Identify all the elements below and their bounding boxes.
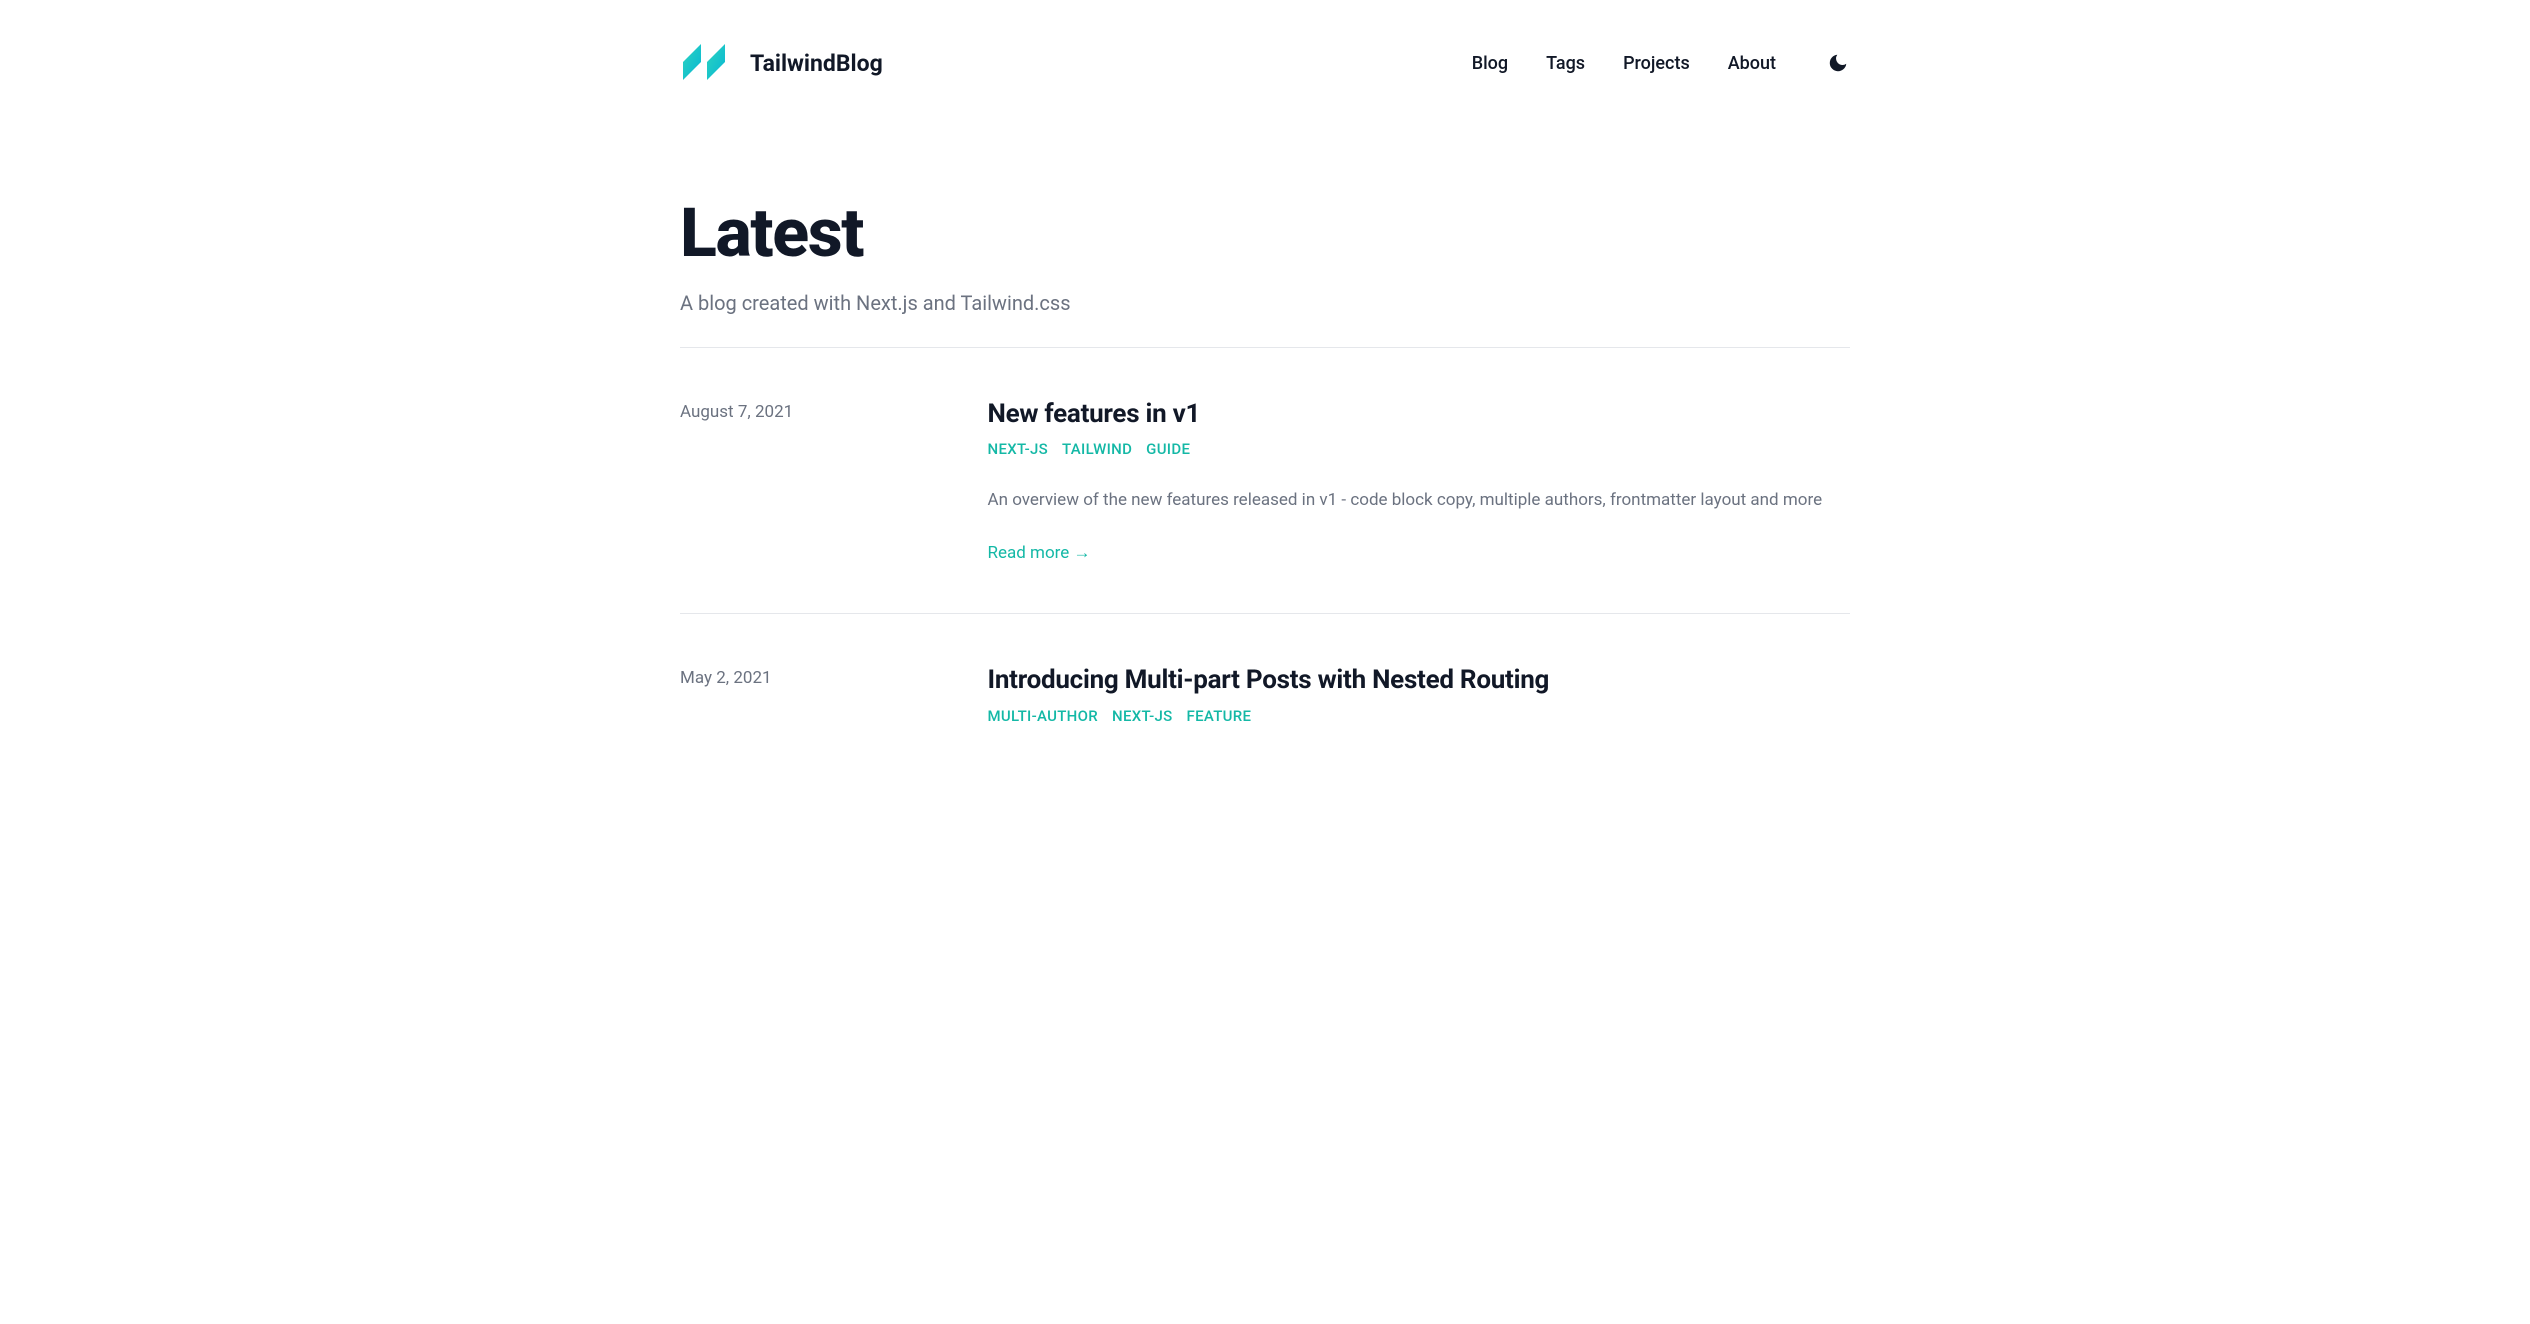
post-tags: MULTI-AUTHOR NEXT-JS FEATURE [988, 707, 1851, 725]
theme-toggle-button[interactable] [1826, 51, 1850, 75]
nav-blog[interactable]: Blog [1472, 53, 1508, 74]
nav-projects[interactable]: Projects [1623, 53, 1690, 74]
post-item: May 2, 2021 Introducing Multi-part Posts… [680, 614, 1850, 775]
tag-link[interactable]: GUIDE [1146, 440, 1190, 458]
nav-tags[interactable]: Tags [1546, 53, 1585, 74]
post-body: New features in v1 NEXT-JS TAILWIND GUID… [988, 398, 1851, 563]
brand-link[interactable]: TailwindBlog [680, 40, 883, 86]
tag-link[interactable]: FEATURE [1187, 707, 1252, 725]
post-excerpt: An overview of the new features released… [988, 486, 1851, 515]
tag-link[interactable]: MULTI-AUTHOR [988, 707, 1099, 725]
post-list: August 7, 2021 New features in v1 NEXT-J… [680, 348, 1850, 775]
tag-link[interactable]: TAILWIND [1062, 440, 1132, 458]
page-title: Latest [680, 196, 1850, 271]
primary-nav: Blog Tags Projects About [1472, 51, 1850, 75]
tag-link[interactable]: NEXT-JS [1112, 707, 1173, 725]
tag-link[interactable]: NEXT-JS [988, 440, 1049, 458]
nav-about[interactable]: About [1728, 53, 1776, 74]
post-date: August 7, 2021 [680, 398, 968, 563]
moon-icon [1827, 52, 1849, 74]
hero-section: Latest A blog created with Next.js and T… [680, 126, 1850, 348]
brand-name: TailwindBlog [750, 50, 883, 77]
post-title-link[interactable]: Introducing Multi-part Posts with Nested… [988, 664, 1851, 697]
post-title-link[interactable]: New features in v1 [988, 398, 1851, 431]
site-header: TailwindBlog Blog Tags Projects About [680, 0, 1850, 126]
post-item: August 7, 2021 New features in v1 NEXT-J… [680, 348, 1850, 614]
brand-logo-icon [680, 40, 734, 86]
post-tags: NEXT-JS TAILWIND GUIDE [988, 440, 1851, 458]
post-date: May 2, 2021 [680, 664, 968, 725]
post-body: Introducing Multi-part Posts with Nested… [988, 664, 1851, 725]
read-more-link[interactable]: Read more → [988, 543, 1091, 563]
page-subtitle: A blog created with Next.js and Tailwind… [680, 291, 1850, 315]
